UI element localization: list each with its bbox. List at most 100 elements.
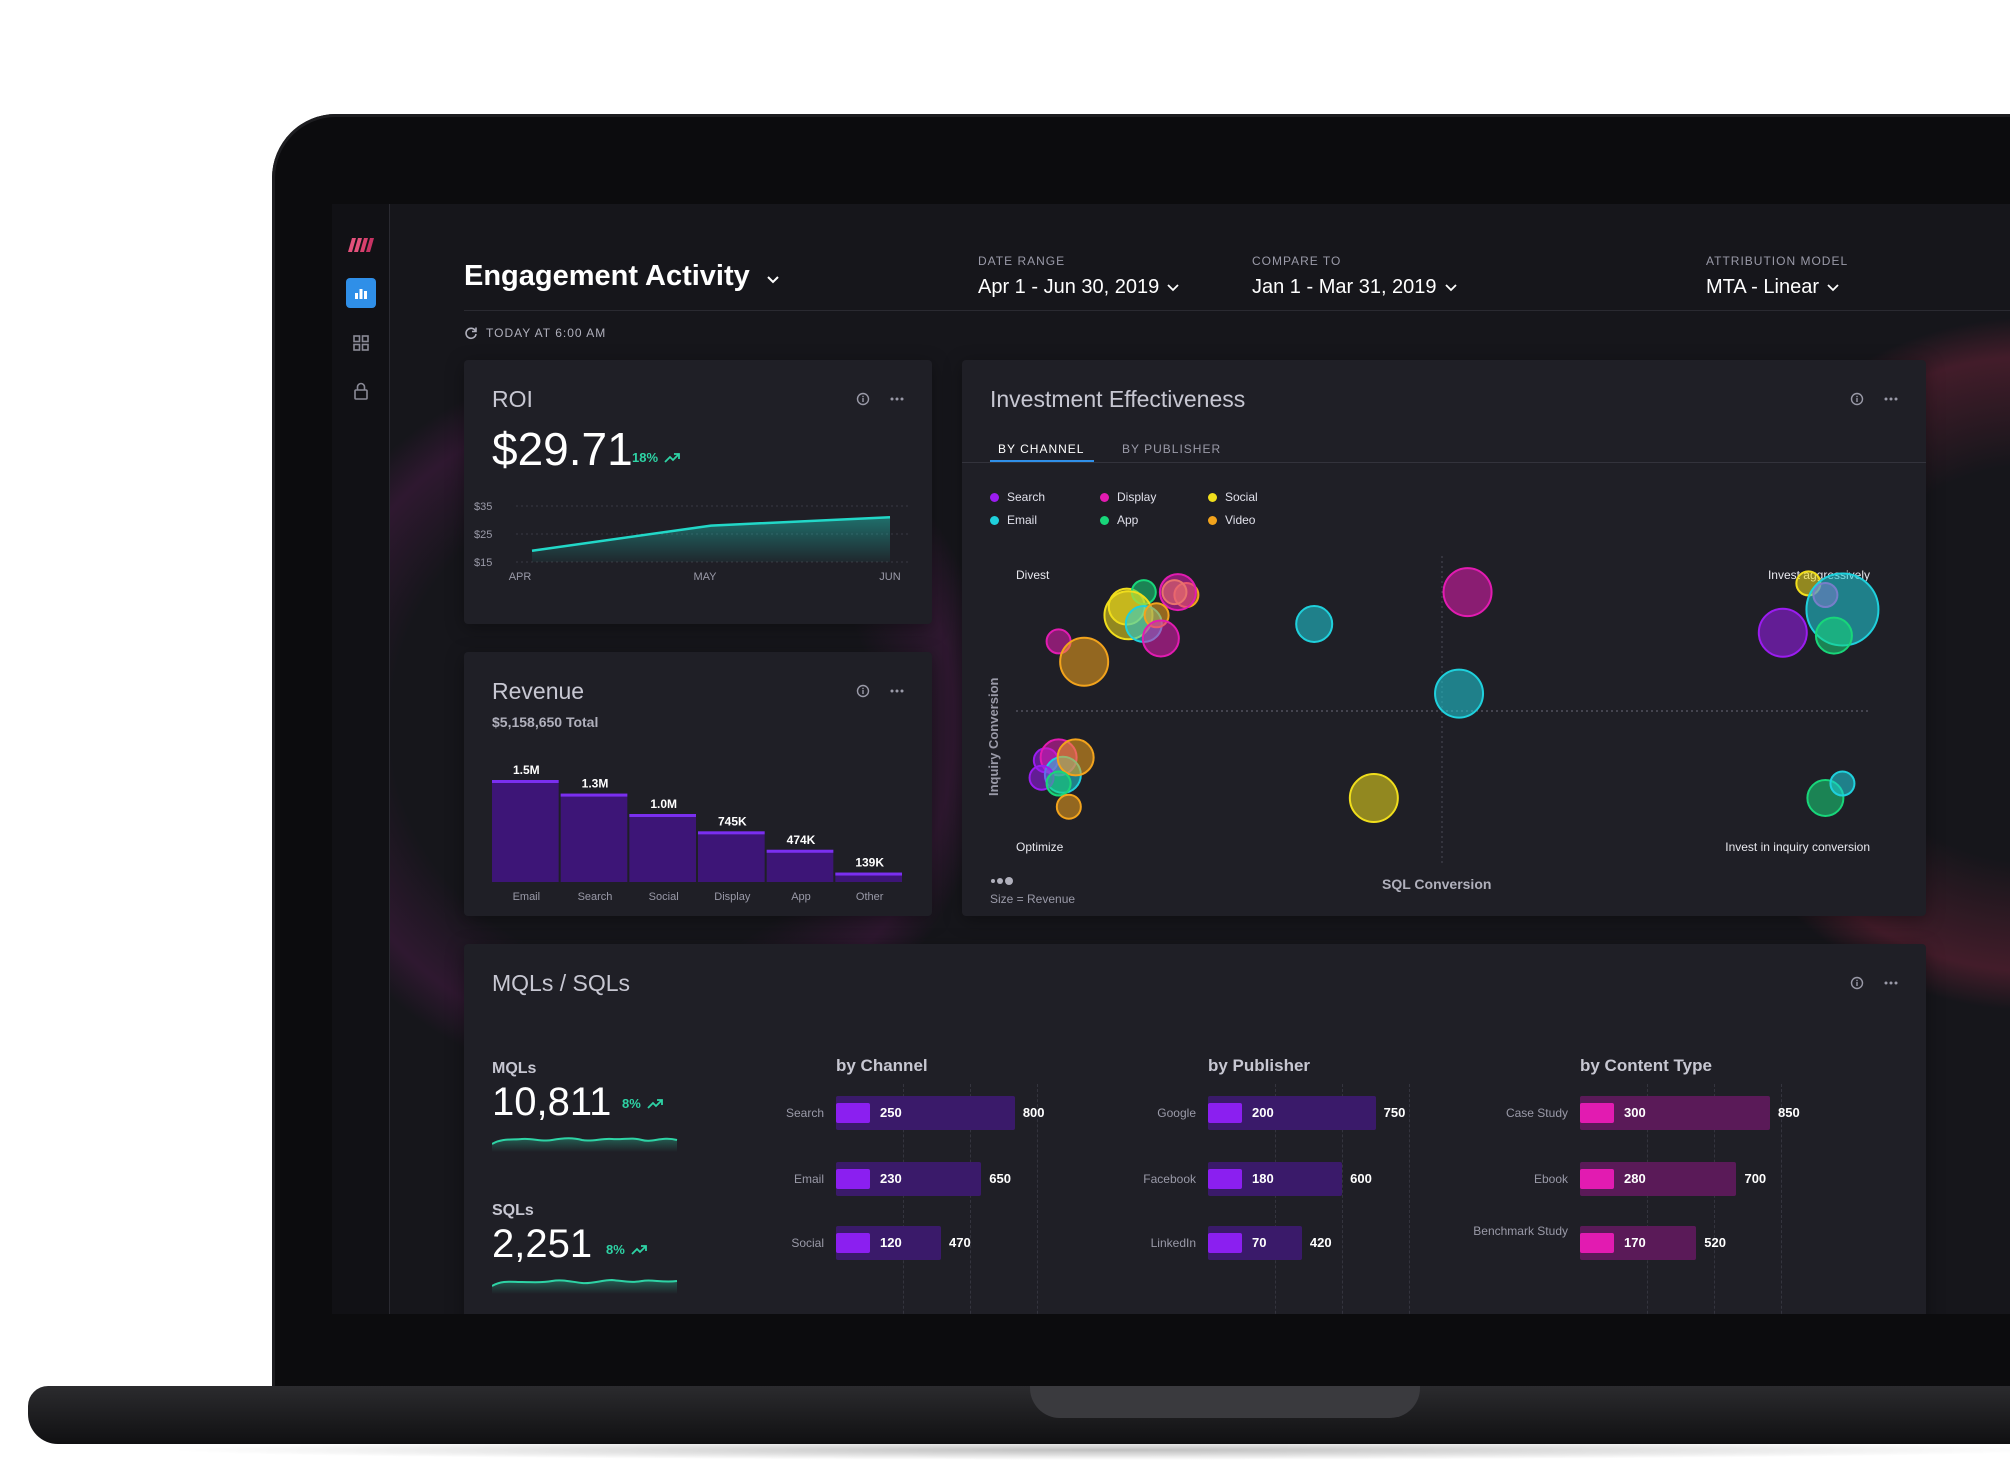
breakdown-row-label: Facebook	[1143, 1172, 1196, 1186]
trend-up-icon	[647, 1098, 663, 1109]
breakdown-bar-fill	[1580, 1233, 1614, 1253]
breakdown-outer-value: 750	[1383, 1105, 1406, 1120]
breakdown-bar[interactable]: 230	[836, 1162, 982, 1196]
revenue-bar-value: 474K	[787, 833, 816, 847]
bubble-point[interactable]	[1348, 773, 1399, 823]
breakdown-group-title: by Publisher	[1208, 1056, 1311, 1075]
sidebar	[332, 204, 390, 1314]
revenue-bar-value: 745K	[718, 814, 747, 828]
more-options-icon[interactable]	[890, 397, 904, 401]
breakdown-inner-value: 180	[1252, 1171, 1274, 1186]
info-icon[interactable]	[1850, 976, 1864, 990]
revenue-bar-value: 139K	[855, 856, 884, 870]
page-title-dropdown[interactable]: Engagement Activity	[464, 260, 780, 293]
breakdown-bar[interactable]: 170	[1580, 1226, 1697, 1260]
revenue-bar-cap	[560, 793, 628, 797]
breakdown-outer-value: 600	[1350, 1171, 1372, 1186]
bubble-point[interactable]	[1442, 567, 1493, 618]
chevron-down-icon	[1167, 283, 1179, 291]
breakdown-inner-value: 170	[1624, 1235, 1646, 1250]
breakdown-row-label: Email	[793, 1172, 824, 1186]
more-options-icon[interactable]	[890, 689, 904, 693]
bubble-point[interactable]	[1055, 793, 1082, 820]
breakdown-group-title: by Content Type	[1580, 1056, 1712, 1075]
breakdown-bar[interactable]: 70	[1208, 1226, 1302, 1260]
roi-y-tick: $25	[474, 529, 492, 541]
lock-icon[interactable]	[346, 376, 376, 406]
info-icon[interactable]	[856, 684, 870, 698]
revenue-bar-chart: 1.5M Email 1.3M Search 1.0M Social 745K Display…	[492, 763, 902, 903]
revenue-bar[interactable]	[492, 780, 559, 882]
attribution-model-value: MTA - Linear	[1706, 276, 1819, 298]
chevron-down-icon	[1444, 283, 1457, 291]
breakdown-bar[interactable]: 250	[836, 1096, 1015, 1130]
bubble-point[interactable]	[1829, 770, 1856, 797]
breakdown-row-label: LinkedIn	[1150, 1236, 1196, 1250]
date-range-value: Apr 1 - Jun 30, 2019	[978, 276, 1160, 298]
logo-icon[interactable]	[346, 230, 376, 260]
revenue-bar[interactable]	[560, 793, 628, 882]
refresh-icon	[465, 327, 477, 340]
revenue-bar-cap	[492, 780, 559, 783]
mql-delta: 8%	[622, 1096, 663, 1111]
revenue-card: Revenue $5,158,650 Total 1.5M Email 1.3M Se…	[464, 652, 932, 916]
breakdown-outer-value: 650	[989, 1171, 1011, 1186]
breakdown-bar[interactable]: 180	[1208, 1162, 1343, 1196]
breakdown-outer-value: 700	[1744, 1171, 1767, 1186]
bar-chart-icon[interactable]	[346, 278, 376, 308]
breakdown-gridline	[1409, 1084, 1410, 1314]
trend-up-icon	[664, 452, 680, 463]
revenue-total: $5,158,650 Total	[492, 714, 599, 730]
attribution-model-label: ATTRIBUTION MODEL	[1706, 254, 1849, 268]
mqls-title: MQLs / SQLs	[492, 970, 631, 996]
roi-x-tick: MAY	[693, 571, 717, 583]
revenue-category: Email	[513, 891, 541, 903]
investment-card: Investment Effectiveness BY CHANNEL BY P…	[962, 360, 1926, 916]
roi-title: ROI	[492, 386, 533, 412]
revenue-bar[interactable]	[766, 849, 834, 882]
page-title: Engagement Activity	[464, 260, 750, 292]
bubble-point[interactable]	[1056, 738, 1095, 777]
breakdown-bar[interactable]: 120	[836, 1226, 942, 1260]
date-range-label: DATE RANGE	[978, 254, 1066, 268]
bubble-point[interactable]	[1295, 605, 1334, 643]
bubble-point[interactable]	[1434, 668, 1485, 719]
info-icon[interactable]	[856, 392, 870, 406]
breakdown-bar-fill	[1208, 1169, 1242, 1189]
grid-icon[interactable]	[346, 328, 376, 358]
more-options-icon[interactable]	[1884, 981, 1898, 985]
bubble-point[interactable]	[1045, 770, 1072, 797]
refresh-status[interactable]: TODAY AT 6:00 AM	[464, 326, 606, 340]
bubble-point[interactable]	[1158, 573, 1197, 612]
breakdown-bar[interactable]: 300	[1580, 1096, 1770, 1130]
mql-delta-value: 8%	[622, 1096, 641, 1111]
breakdown-inner-value: 230	[880, 1171, 902, 1186]
compare-to-value: Jan 1 - Mar 31, 2019	[1252, 276, 1437, 298]
revenue-bar[interactable]	[629, 814, 696, 882]
roi-x-tick: JUN	[879, 571, 900, 583]
chevron-down-icon	[767, 276, 779, 284]
compare-to-selector[interactable]: COMPARE TO Jan 1 - Mar 31, 2019	[1252, 254, 1457, 299]
breakdown-bar-fill	[836, 1103, 870, 1123]
mql-label: MQLs	[492, 1060, 537, 1077]
bubble-point[interactable]	[1059, 636, 1110, 687]
breakdown-bar[interactable]: 200	[1208, 1096, 1376, 1130]
breakdown-inner-value: 70	[1252, 1235, 1267, 1250]
bubble-point[interactable]	[1757, 607, 1808, 658]
breakdown-outer-value: 420	[1309, 1235, 1332, 1250]
roi-area-chart: $35 $25 $15 APR MAY JUN	[474, 501, 910, 583]
revenue-bar-value: 1.5M	[513, 763, 540, 777]
attribution-model-selector[interactable]: ATTRIBUTION MODEL MTA - Linear	[1706, 254, 1848, 299]
bubble-point[interactable]	[1141, 619, 1180, 658]
breakdown-bar[interactable]: 280	[1580, 1162, 1737, 1196]
breakdown-outer-value: 470	[949, 1235, 971, 1250]
bubble-point[interactable]	[1814, 616, 1853, 655]
revenue-bar[interactable]	[698, 831, 765, 882]
revenue-category: Other	[856, 891, 884, 903]
breakdown-row-label: Google	[1157, 1106, 1196, 1120]
roi-y-tick: $15	[474, 557, 492, 569]
roi-y-tick: $35	[474, 501, 492, 513]
sql-sparkline	[492, 1278, 678, 1294]
date-range-selector[interactable]: DATE RANGE Apr 1 - Jun 30, 2019	[978, 254, 1179, 299]
roi-x-tick: APR	[509, 571, 532, 583]
